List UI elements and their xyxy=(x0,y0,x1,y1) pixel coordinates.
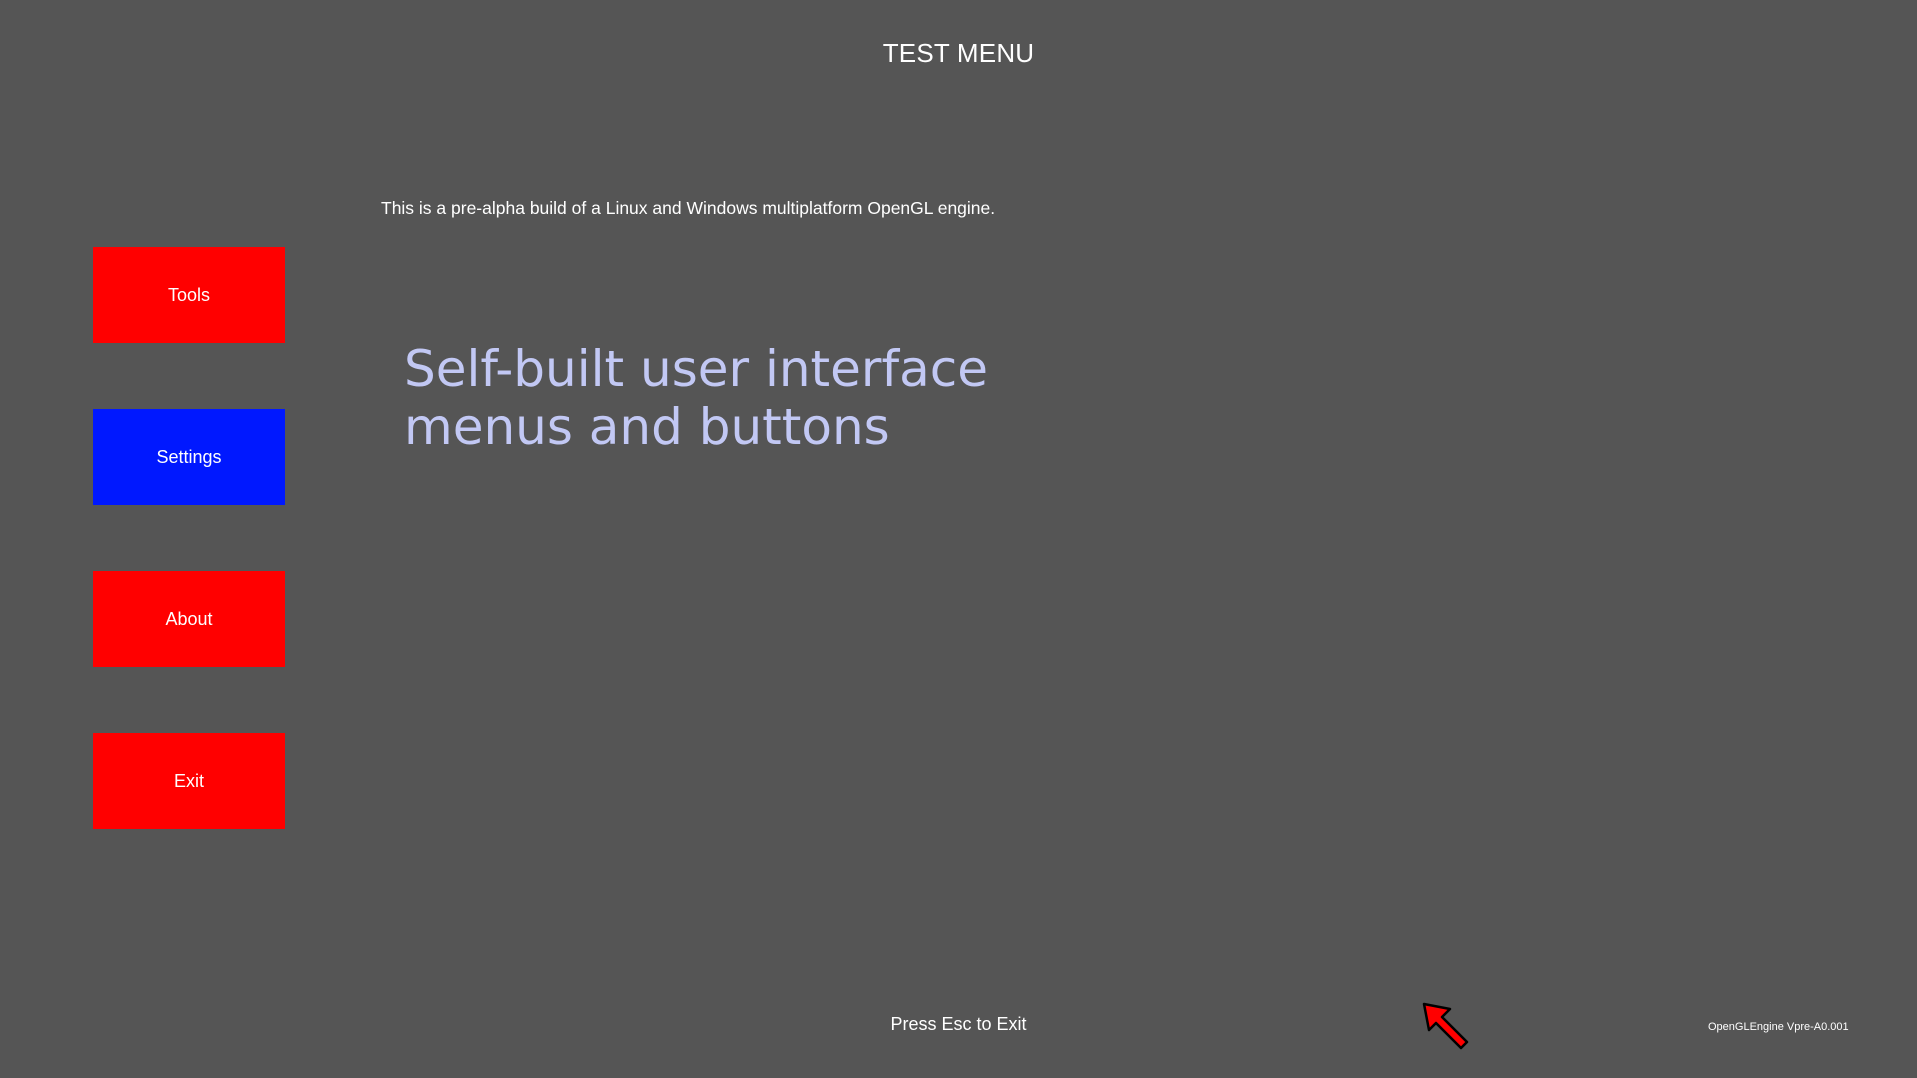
version-label: OpenGLEngine Vpre-A0.001 xyxy=(1708,1021,1849,1033)
feature-headline: Self-built user interface menus and butt… xyxy=(404,340,988,456)
cursor-arrow-shape xyxy=(1422,1002,1469,1050)
build-description: This is a pre-alpha build of a Linux and… xyxy=(381,198,996,218)
mouse-cursor-icon xyxy=(1422,1002,1469,1050)
exit-button[interactable]: Exit xyxy=(93,733,285,829)
exit-hint: Press Esc to Exit xyxy=(890,1014,1027,1034)
about-button-label: About xyxy=(165,608,213,629)
tools-button[interactable]: Tools xyxy=(93,247,285,343)
exit-button-label: Exit xyxy=(173,770,204,791)
menu-title: TEST MENU xyxy=(882,38,1035,68)
about-button[interactable]: About xyxy=(93,571,285,667)
settings-button-label: Settings xyxy=(156,446,222,467)
tools-button-label: Tools xyxy=(167,284,211,305)
settings-button[interactable]: Settings xyxy=(93,409,285,505)
